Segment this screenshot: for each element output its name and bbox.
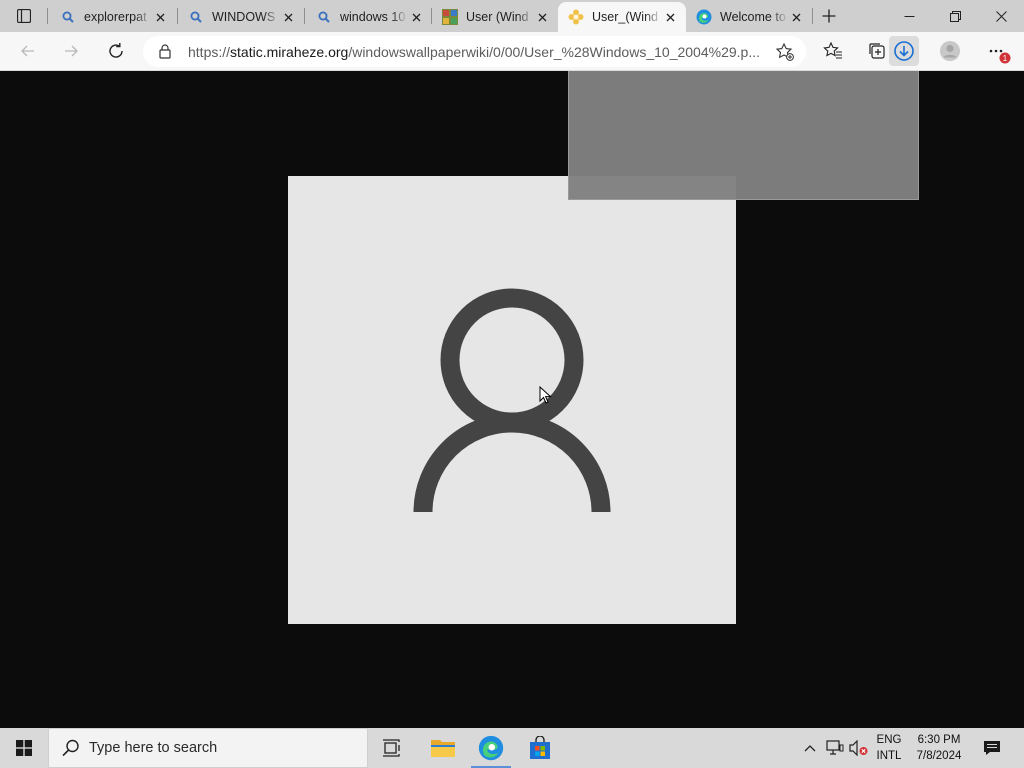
edge-icon bbox=[696, 9, 712, 25]
tab-label: windows 10 bbox=[340, 10, 406, 24]
close-tab-icon[interactable] bbox=[280, 9, 296, 25]
plus-icon bbox=[822, 9, 836, 23]
task-view-button[interactable] bbox=[368, 728, 416, 768]
network-icon bbox=[826, 740, 844, 755]
url-scheme: https:// bbox=[188, 44, 231, 60]
windows-taskbar: Type here to search ENG INTL 6:30 PM 7/8… bbox=[0, 728, 1024, 768]
mouse-cursor-icon bbox=[539, 385, 553, 406]
collections-button[interactable] bbox=[862, 36, 892, 66]
lock-icon[interactable] bbox=[157, 43, 173, 59]
action-center-button[interactable] bbox=[976, 728, 1008, 768]
avatar-icon bbox=[940, 41, 960, 61]
search-icon bbox=[61, 738, 81, 758]
network-button[interactable] bbox=[824, 728, 846, 768]
favorites-button[interactable] bbox=[818, 36, 848, 66]
tab-label: Welcome to bbox=[720, 10, 786, 24]
close-window-button[interactable] bbox=[978, 0, 1024, 32]
keyboard-layout: INTL bbox=[876, 750, 902, 762]
volume-muted-icon bbox=[849, 740, 868, 756]
downloads-flyout[interactable] bbox=[568, 71, 919, 200]
edge-taskbar-button[interactable] bbox=[467, 728, 515, 768]
downloads-button[interactable] bbox=[889, 36, 919, 66]
tab-label: WINDOWS bbox=[212, 10, 276, 24]
show-hidden-icons-button[interactable] bbox=[800, 728, 820, 768]
url-host: static.miraheze.org bbox=[230, 44, 349, 60]
restore-icon bbox=[949, 10, 961, 22]
browser-title-bar: explorerpat WINDOWS windows 10 User (Win… bbox=[0, 0, 1024, 32]
tab-windows[interactable]: WINDOWS bbox=[178, 2, 304, 32]
chevron-up-icon bbox=[804, 745, 816, 752]
tab-actions-menu-icon[interactable] bbox=[8, 4, 40, 28]
tab-separator bbox=[47, 8, 48, 24]
tab-separator bbox=[812, 8, 813, 24]
settings-menu-button[interactable]: 1 bbox=[982, 36, 1012, 66]
edge-icon bbox=[478, 735, 504, 761]
volume-button[interactable] bbox=[848, 728, 870, 768]
favorites-star-icon bbox=[823, 41, 842, 59]
address-bar[interactable]: https://static.miraheze.org/windowswallp… bbox=[143, 36, 806, 67]
close-tab-icon[interactable] bbox=[662, 9, 678, 25]
taskbar-search-box[interactable]: Type here to search bbox=[48, 728, 368, 768]
task-view-icon bbox=[383, 739, 400, 757]
close-tab-icon[interactable] bbox=[152, 9, 168, 25]
tab-label: explorerpat bbox=[84, 10, 147, 24]
windows-logo-icon bbox=[16, 740, 32, 756]
arrow-left-icon bbox=[21, 45, 34, 57]
file-explorer-button[interactable] bbox=[419, 728, 467, 768]
svg-text:1: 1 bbox=[1003, 54, 1008, 63]
start-button[interactable] bbox=[0, 728, 48, 768]
add-favorite-icon[interactable] bbox=[775, 42, 795, 62]
arrow-right-icon bbox=[65, 45, 78, 57]
new-tab-button[interactable] bbox=[816, 4, 842, 28]
download-icon bbox=[894, 41, 914, 61]
url-path: /windowswallpaperwiki/0/00/User_%28Windo… bbox=[348, 44, 760, 60]
close-icon bbox=[995, 10, 1007, 22]
flower-icon bbox=[568, 9, 584, 25]
search-placeholder: Type here to search bbox=[89, 740, 218, 756]
search-icon bbox=[316, 9, 332, 25]
profile-button[interactable] bbox=[935, 36, 965, 66]
search-icon bbox=[60, 9, 76, 25]
tab-user-windows-image[interactable]: User_(Wind bbox=[558, 2, 686, 32]
search-icon bbox=[188, 9, 204, 25]
tab-windows-10[interactable]: windows 10 bbox=[306, 2, 432, 32]
wiki-site-icon bbox=[442, 9, 458, 25]
clock-time: 6:30 PM bbox=[917, 734, 961, 746]
close-tab-icon[interactable] bbox=[534, 9, 550, 25]
forward-button[interactable] bbox=[55, 35, 87, 67]
tab-label: User (Wind bbox=[466, 10, 529, 24]
tab-explorerpat[interactable]: explorerpat bbox=[50, 2, 176, 32]
tab-user-windows-wiki[interactable]: User (Wind bbox=[432, 2, 558, 32]
browser-toolbar: https://static.miraheze.org/windowswallp… bbox=[0, 32, 1024, 71]
notification-badge: 1 bbox=[999, 52, 1011, 64]
language-code: ENG bbox=[876, 734, 902, 746]
taskbar-clock[interactable]: 6:30 PM 7/8/2024 bbox=[910, 732, 968, 764]
collections-icon bbox=[869, 43, 885, 59]
tab-label: User_(Wind bbox=[592, 10, 658, 24]
input-language-indicator[interactable]: ENG INTL bbox=[872, 732, 906, 764]
tab-welcome[interactable]: Welcome to bbox=[686, 2, 812, 32]
close-tab-icon[interactable] bbox=[788, 9, 804, 25]
minimize-icon bbox=[904, 15, 914, 17]
restore-button[interactable] bbox=[932, 0, 978, 32]
page-content bbox=[0, 71, 1024, 728]
user-silhouette-icon bbox=[413, 288, 611, 513]
displayed-image[interactable] bbox=[288, 176, 736, 624]
refresh-button[interactable] bbox=[100, 35, 132, 67]
clock-date: 7/8/2024 bbox=[916, 750, 962, 762]
store-button[interactable] bbox=[516, 728, 564, 768]
close-tab-icon[interactable] bbox=[408, 9, 424, 25]
back-button[interactable] bbox=[12, 35, 44, 67]
tab-separator bbox=[304, 8, 305, 24]
notification-icon bbox=[984, 741, 1000, 755]
store-icon bbox=[530, 736, 550, 759]
url-text[interactable]: https://static.miraheze.org/windowswallp… bbox=[188, 44, 763, 60]
refresh-icon bbox=[109, 43, 123, 58]
minimize-button[interactable] bbox=[886, 0, 932, 32]
file-explorer-icon bbox=[431, 740, 455, 757]
